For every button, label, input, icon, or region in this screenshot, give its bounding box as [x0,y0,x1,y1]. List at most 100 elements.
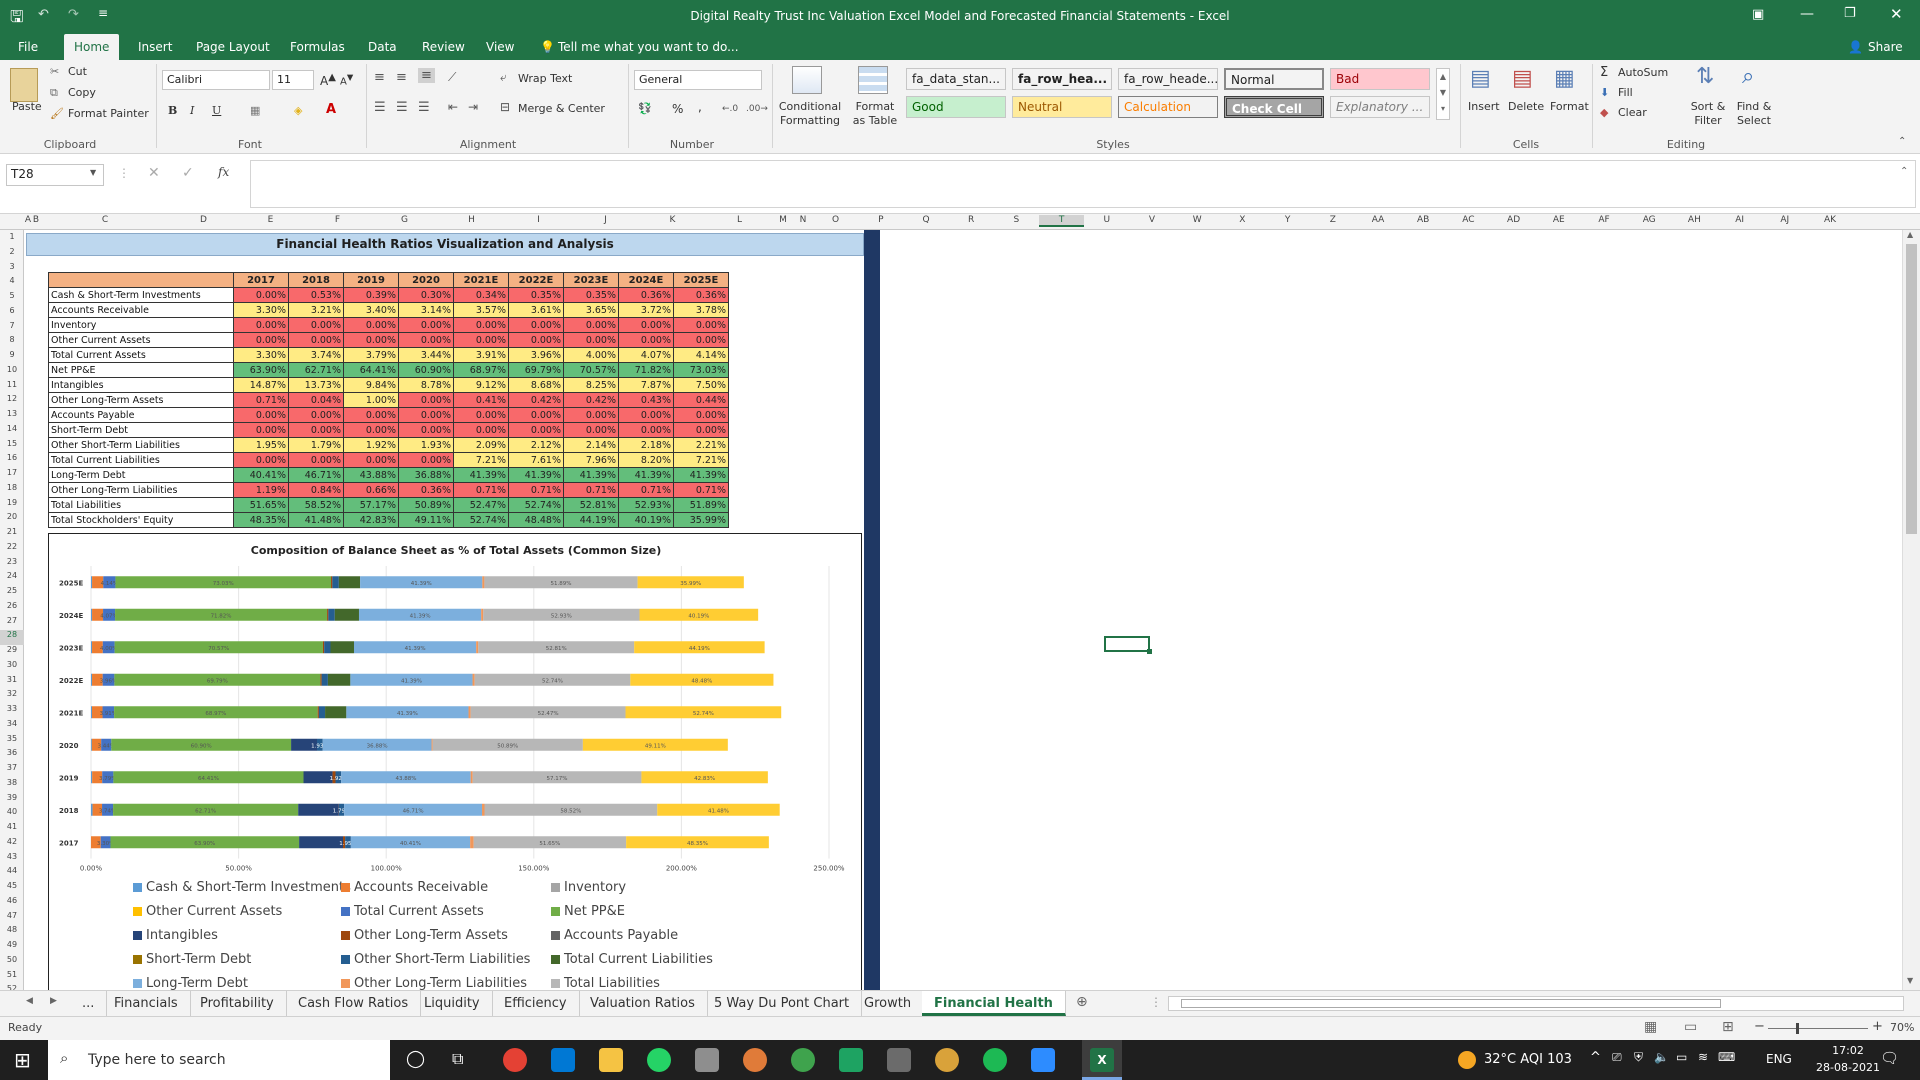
normal-view-icon[interactable]: ▦ [1644,1019,1657,1035]
style-fa-row-header-bold[interactable]: fa_row_hea... [1012,68,1112,90]
chrome-profile-icon[interactable] [743,1048,767,1072]
page-break-view-icon[interactable]: ⊞ [1722,1019,1734,1035]
style-fa-row-header[interactable]: fa_row_heade... [1118,68,1218,90]
column-header[interactable]: B [32,215,40,225]
zoom-level[interactable]: 70% [1890,1021,1914,1034]
zoom-app-icon[interactable] [1031,1048,1055,1072]
scroll-up-icon[interactable]: ▲ [1907,230,1913,239]
column-header[interactable]: AK [1807,215,1852,225]
cut-button[interactable]: Cut [68,65,87,78]
row-header[interactable]: 32 [0,689,24,704]
column-header[interactable]: AG [1627,215,1672,225]
value-cell[interactable]: 69.79% [508,362,564,378]
font-color-icon[interactable]: A [326,102,336,117]
decrease-font-icon[interactable]: A▼ [340,72,353,87]
tab-splitter-icon[interactable]: ⋮ [1150,995,1162,1009]
value-cell[interactable]: 0.00% [618,407,674,423]
value-cell[interactable]: 0.00% [563,332,619,348]
value-cell[interactable]: 7.96% [563,452,619,468]
value-cell[interactable]: 0.00% [453,407,509,423]
value-cell[interactable]: 0.00% [343,317,399,333]
row-label-cell[interactable]: Cash & Short-Term Investments [48,287,234,303]
taskbar-search-box[interactable]: ⌕ Type here to search [48,1040,390,1080]
value-cell[interactable]: 0.36% [618,287,674,303]
year-header-cell[interactable]: 2025E [673,272,729,288]
value-cell[interactable]: 4.14% [673,347,729,363]
sheet-tab-growth[interactable]: Growth [852,991,925,1016]
value-cell[interactable]: 35.99% [673,512,729,528]
copy-button[interactable]: Copy [68,86,96,99]
table-corner-cell[interactable] [48,272,234,288]
orientation-icon[interactable]: ⟋ [448,70,456,85]
column-header[interactable]: AA [1355,215,1400,225]
value-cell[interactable]: 0.00% [398,392,454,408]
value-cell[interactable]: 0.00% [508,407,564,423]
value-cell[interactable]: 0.00% [343,452,399,468]
paste-button[interactable]: Paste [12,100,42,113]
row-header[interactable]: 30 [0,660,24,675]
row-header[interactable]: 17 [0,468,24,483]
row-header[interactable]: 20 [0,512,24,527]
row-label-cell[interactable]: Other Short-Term Liabilities [48,437,234,453]
app-icon[interactable] [695,1048,719,1072]
value-cell[interactable]: 3.74% [288,347,344,363]
value-cell[interactable]: 0.71% [673,482,729,498]
value-cell[interactable]: 0.44% [673,392,729,408]
row-label-cell[interactable]: Other Long-Term Liabilities [48,482,234,498]
percent-style-button[interactable]: % [672,102,683,116]
row-header[interactable]: 40 [0,807,24,822]
speaker-icon[interactable]: 🔈 [1654,1050,1669,1064]
value-cell[interactable]: 1.92% [343,437,399,453]
underline-button[interactable]: U [212,104,221,117]
row-header[interactable]: 23 [0,557,24,572]
value-cell[interactable]: 0.36% [398,482,454,498]
value-cell[interactable]: 8.25% [563,377,619,393]
row-header[interactable]: 14 [0,424,24,439]
calculator-icon[interactable] [839,1048,863,1072]
value-cell[interactable]: 7.87% [618,377,674,393]
value-cell[interactable]: 0.00% [343,332,399,348]
column-header[interactable]: K [639,215,706,225]
value-cell[interactable]: 0.00% [563,317,619,333]
column-header[interactable]: W [1175,215,1220,225]
style-good[interactable]: Good [906,96,1006,118]
row-header[interactable]: 49 [0,940,24,955]
scroll-down-icon[interactable]: ▼ [1907,976,1913,985]
value-cell[interactable]: 41.39% [453,467,509,483]
style-neutral[interactable]: Neutral [1012,96,1112,118]
row-header[interactable]: 42 [0,837,24,852]
horizontal-scroll-thumb[interactable] [1181,999,1721,1008]
value-cell[interactable]: 42.83% [343,512,399,528]
value-cell[interactable]: 7.50% [673,377,729,393]
value-cell[interactable]: 0.00% [233,422,289,438]
column-header[interactable]: C [40,215,170,225]
chrome-profile-2-icon[interactable] [791,1048,815,1072]
row-header[interactable]: 36 [0,748,24,763]
row-label-cell[interactable]: Total Current Assets [48,347,234,363]
style-explanatory[interactable]: Explanatory ... [1330,96,1430,118]
value-cell[interactable]: 3.61% [508,302,564,318]
row-header[interactable]: 19 [0,498,24,513]
value-cell[interactable]: 1.93% [398,437,454,453]
increase-font-icon[interactable]: A▲ [320,72,336,88]
value-cell[interactable]: 60.90% [398,362,454,378]
value-cell[interactable]: 0.00% [673,332,729,348]
zoom-out-icon[interactable]: − [1754,1019,1765,1034]
mail-icon[interactable] [551,1048,575,1072]
increase-decimal-icon[interactable]: ←.0 [722,104,738,114]
value-cell[interactable]: 8.20% [618,452,674,468]
value-cell[interactable]: 0.30% [398,287,454,303]
value-cell[interactable]: 52.74% [453,512,509,528]
value-cell[interactable]: 2.09% [453,437,509,453]
row-header[interactable]: 39 [0,793,24,808]
column-header[interactable]: AB [1401,215,1446,225]
value-cell[interactable]: 3.21% [288,302,344,318]
row-header[interactable]: 22 [0,542,24,557]
sheet-tab-du-pont[interactable]: 5 Way Du Pont Chart [702,991,863,1016]
insert-function-button[interactable]: fx [218,165,229,179]
column-header[interactable]: AH [1672,215,1717,225]
value-cell[interactable]: 0.00% [233,452,289,468]
sheet-tab-financials[interactable]: Financials [102,991,191,1016]
borders-icon[interactable]: ▦ [250,104,260,117]
name-box-dropdown-icon[interactable]: ▼ [90,168,96,177]
